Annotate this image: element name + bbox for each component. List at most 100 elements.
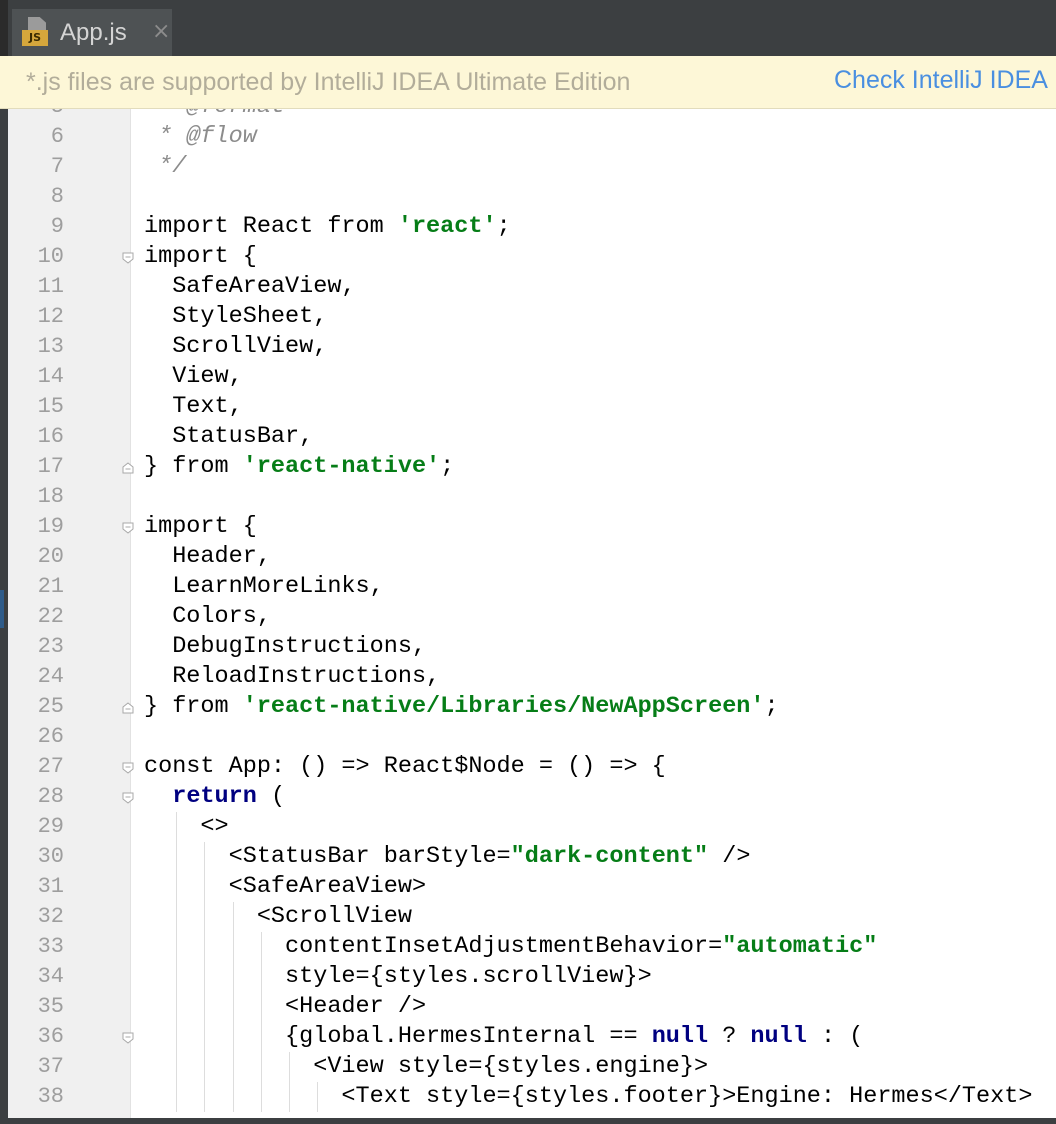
string-literal: 'react-native'	[242, 453, 441, 480]
fold-open-icon[interactable]	[122, 762, 134, 774]
code-line[interactable]: 26	[8, 722, 1056, 752]
code-line[interactable]: 5 * @format	[8, 109, 1056, 122]
code-text: {global.HermesInternal == null ? null : …	[144, 1022, 863, 1052]
fold-open-icon[interactable]	[122, 1032, 134, 1044]
code-line[interactable]: 35 <Header />	[8, 992, 1056, 1022]
code-text: SafeAreaView,	[144, 272, 355, 302]
code-line[interactable]: 33 contentInsetAdjustmentBehavior="autom…	[8, 932, 1056, 962]
code-text: import {	[144, 512, 257, 542]
string-literal: 'react'	[397, 213, 497, 240]
code-line[interactable]: 7 */	[8, 152, 1056, 182]
code-token: <Text style={styles.footer}>Engine: Herm…	[144, 1083, 1033, 1110]
code-text: DebugInstructions,	[144, 632, 426, 662]
code-line[interactable]: 30 <StatusBar barStyle="dark-content" />	[8, 842, 1056, 872]
line-number: 31	[37, 874, 64, 899]
code-text: * @format	[144, 109, 285, 122]
code-line[interactable]: 22 Colors,	[8, 602, 1056, 632]
code-token: ;	[764, 693, 779, 720]
js-file-icon: JS	[22, 17, 52, 47]
code-line[interactable]: 25} from 'react-native/Libraries/NewAppS…	[8, 692, 1056, 722]
code-line[interactable]: 29 <>	[8, 812, 1056, 842]
code-token: import React from	[144, 213, 398, 240]
code-line[interactable]: 19 import {	[8, 512, 1056, 542]
js-badge: JS	[22, 30, 48, 46]
line-number: 13	[37, 334, 64, 359]
code-line[interactable]: 16 StatusBar,	[8, 422, 1056, 452]
code-token: Text,	[144, 393, 243, 420]
line-number: 37	[37, 1054, 64, 1079]
code-editor[interactable]: 5 * @format6 * @flow7 */89import React f…	[8, 109, 1056, 1118]
code-token: Header,	[144, 543, 271, 570]
code-token: import {	[144, 243, 257, 270]
fold-open-icon[interactable]	[122, 792, 134, 804]
tab-bar-edge	[0, 0, 8, 56]
code-text: Colors,	[144, 602, 271, 632]
tab-label: App.js	[60, 19, 127, 46]
check-intellij-link[interactable]: Check IntelliJ IDEA	[834, 66, 1048, 95]
fold-open-icon[interactable]	[122, 522, 134, 534]
code-line[interactable]: 36 {global.HermesInternal == null ? null…	[8, 1022, 1056, 1052]
tab-app-js[interactable]: JS App.js ×	[12, 9, 172, 56]
line-number: 32	[37, 904, 64, 929]
code-token: import {	[144, 513, 257, 540]
code-token: const App: () => React$Node = () => {	[144, 753, 666, 780]
close-icon[interactable]: ×	[152, 19, 170, 44]
code-line[interactable]: 11 SafeAreaView,	[8, 272, 1056, 302]
code-token: Colors,	[144, 603, 271, 630]
code-text: style={styles.scrollView}>	[144, 962, 652, 992]
fold-open-icon[interactable]	[122, 252, 134, 264]
code-token: <ScrollView	[144, 903, 412, 930]
code-text: <SafeAreaView>	[144, 872, 426, 902]
code-token: ;	[496, 213, 511, 240]
code-token: : (	[806, 1023, 864, 1050]
code-line[interactable]: 37 <View style={styles.engine}>	[8, 1052, 1056, 1082]
code-line[interactable]: 23 DebugInstructions,	[8, 632, 1056, 662]
code-token: ?	[708, 1023, 751, 1050]
code-text: */	[144, 152, 186, 182]
code-line[interactable]: 27 const App: () => React$Node = () => {	[8, 752, 1056, 782]
code-token: {global.HermesInternal ==	[144, 1023, 652, 1050]
bottom-edge	[0, 1118, 1056, 1124]
line-number: 21	[37, 574, 64, 599]
string-literal: "automatic"	[722, 933, 878, 960]
indent-guide	[317, 1082, 319, 1112]
line-number: 29	[37, 814, 64, 839]
side-accent	[0, 590, 4, 628]
code-line[interactable]: 6 * @flow	[8, 122, 1056, 152]
code-line[interactable]: 14 View,	[8, 362, 1056, 392]
code-line[interactable]: 17} from 'react-native';	[8, 452, 1056, 482]
line-number: 15	[37, 394, 64, 419]
code-text: StyleSheet,	[144, 302, 327, 332]
code-text: import {	[144, 242, 257, 272]
fold-close-icon[interactable]	[122, 702, 134, 714]
code-line[interactable]: 24 ReloadInstructions,	[8, 662, 1056, 692]
code-text: Header,	[144, 542, 271, 572]
code-line[interactable]: 12 StyleSheet,	[8, 302, 1056, 332]
indent-guide	[289, 1052, 291, 1112]
code-line[interactable]: 18	[8, 482, 1056, 512]
code-line[interactable]: 9 import React from 'react';	[8, 212, 1056, 242]
code-line[interactable]: 38 <Text style={styles.footer}>Engine: H…	[8, 1082, 1056, 1112]
code-text: <Header />	[144, 992, 426, 1022]
fold-close-icon[interactable]	[122, 462, 134, 474]
code-text: ReloadInstructions,	[144, 662, 440, 692]
code-line[interactable]: 15 Text,	[8, 392, 1056, 422]
indent-guide	[176, 812, 178, 1112]
code-line[interactable]: 21 LearnMoreLinks,	[8, 572, 1056, 602]
code-token: style={styles.scrollView}>	[144, 963, 652, 990]
code-line[interactable]: 31 <SafeAreaView>	[8, 872, 1056, 902]
code-line[interactable]: 28 return (	[8, 782, 1056, 812]
code-line[interactable]: 8	[8, 182, 1056, 212]
code-text: <ScrollView	[144, 902, 412, 932]
line-number: 14	[37, 364, 64, 389]
editor-tab-bar: JS App.js ×	[0, 0, 1056, 56]
code-line[interactable]: 10 import {	[8, 242, 1056, 272]
code-token: StyleSheet,	[144, 303, 328, 330]
code-line[interactable]: 13 ScrollView,	[8, 332, 1056, 362]
code-line[interactable]: 32 <ScrollView	[8, 902, 1056, 932]
line-number: 25	[37, 694, 64, 719]
code-line[interactable]: 20 Header,	[8, 542, 1056, 572]
string-literal: 'react-native/Libraries/NewAppScreen'	[242, 693, 765, 720]
code-line[interactable]: 34 style={styles.scrollView}>	[8, 962, 1056, 992]
